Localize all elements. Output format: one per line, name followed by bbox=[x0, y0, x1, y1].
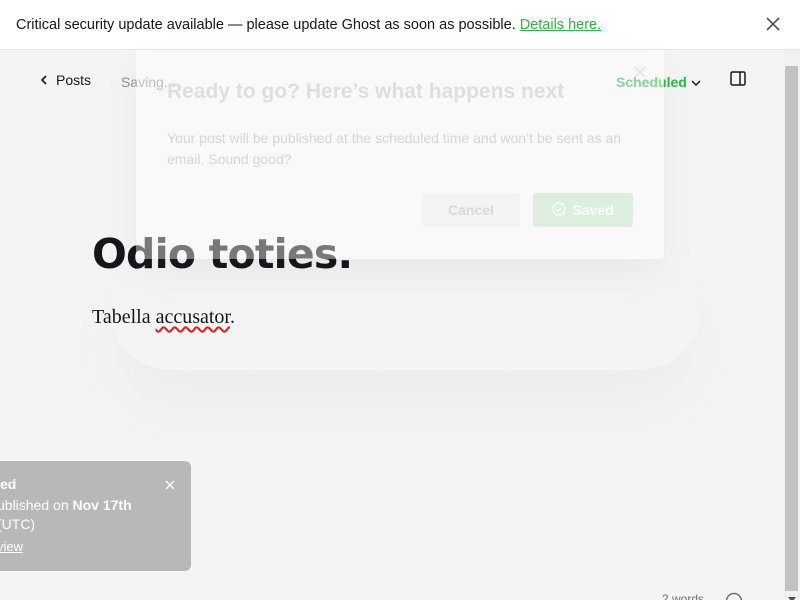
misspelled-word: accusator bbox=[155, 306, 230, 328]
chevron-left-icon bbox=[40, 72, 48, 88]
post-body[interactable]: Tabella accusator. bbox=[92, 306, 235, 329]
body-text: Tabella bbox=[92, 306, 156, 328]
close-icon[interactable] bbox=[632, 64, 648, 80]
close-icon[interactable] bbox=[164, 476, 176, 490]
modal-title: Ready to go? Here’s what happens next bbox=[167, 80, 565, 103]
toast-view-link[interactable]: view bbox=[0, 539, 23, 554]
saved-button[interactable]: Saved bbox=[533, 193, 633, 227]
page-scrollbar[interactable] bbox=[784, 50, 800, 600]
toast-title: ed bbox=[0, 476, 17, 492]
alert-details-link[interactable]: Details here. bbox=[520, 17, 601, 33]
scroll-down-arrow-icon[interactable] bbox=[788, 588, 796, 600]
chevron-down-icon bbox=[691, 74, 701, 90]
word-count: 2 words bbox=[662, 592, 705, 600]
body-punctuation: . bbox=[229, 306, 235, 328]
cancel-button[interactable]: Cancel bbox=[422, 193, 520, 227]
modal-description: Your post will be published at the sched… bbox=[167, 130, 622, 167]
saved-label: Saved bbox=[572, 202, 614, 218]
back-label: Posts bbox=[56, 72, 92, 88]
publish-confirm-modal: Ready to go? Here’s what happens next Yo… bbox=[136, 50, 664, 259]
toast-date: Nov 17th bbox=[72, 497, 132, 513]
scheduled-toast: ed ublished on Nov 17th (UTC) view bbox=[0, 461, 191, 571]
scroll-up-arrow-icon[interactable] bbox=[788, 56, 796, 71]
security-alert-bar: Critical security update available — ple… bbox=[0, 0, 800, 50]
back-to-posts-link[interactable]: Posts bbox=[40, 72, 91, 88]
close-icon[interactable] bbox=[764, 15, 782, 33]
cancel-label: Cancel bbox=[448, 202, 494, 218]
check-circle-icon bbox=[552, 201, 567, 219]
toast-timezone: (UTC) bbox=[0, 516, 36, 532]
sidebar-toggle-icon[interactable] bbox=[729, 70, 747, 88]
alert-message: Critical security update available — ple… bbox=[16, 16, 516, 33]
toast-message: ublished on Nov 17th bbox=[0, 497, 132, 513]
help-icon[interactable] bbox=[725, 592, 743, 600]
scrollbar-thumb[interactable] bbox=[785, 66, 798, 591]
toast-message-prefix: ublished on bbox=[0, 497, 73, 513]
